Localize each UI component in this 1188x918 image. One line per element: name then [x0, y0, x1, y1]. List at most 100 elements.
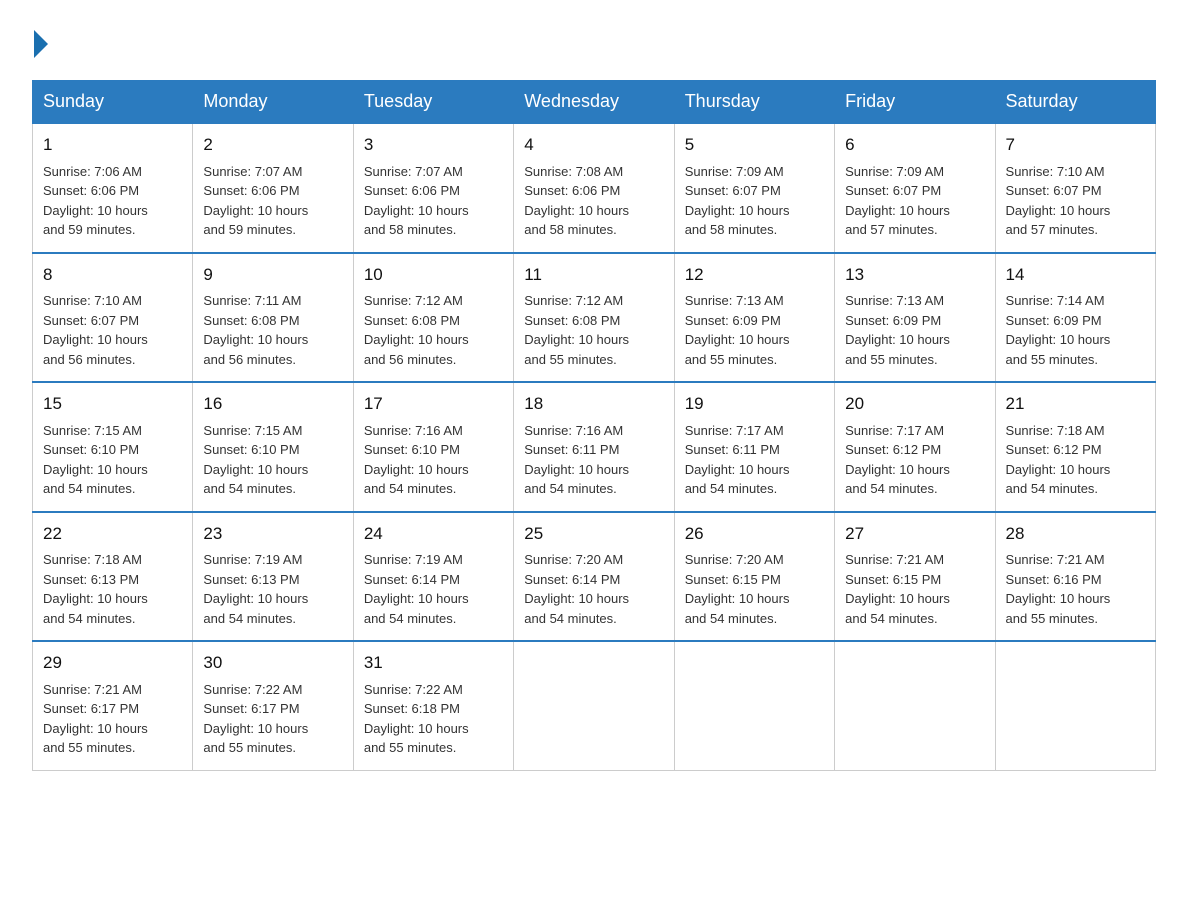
- calendar-cell: 3 Sunrise: 7:07 AMSunset: 6:06 PMDaylight…: [353, 123, 513, 253]
- calendar-cell: 31 Sunrise: 7:22 AMSunset: 6:18 PMDayligh…: [353, 641, 513, 770]
- day-info: Sunrise: 7:12 AMSunset: 6:08 PMDaylight:…: [364, 291, 503, 369]
- day-number: 9: [203, 262, 342, 288]
- day-info: Sunrise: 7:17 AMSunset: 6:12 PMDaylight:…: [845, 421, 984, 499]
- calendar-cell: 7 Sunrise: 7:10 AMSunset: 6:07 PMDaylight…: [995, 123, 1155, 253]
- calendar-cell: 11Sunrise: 7:12 AMSunset: 6:08 PMDayligh…: [514, 253, 674, 383]
- calendar-cell: 4 Sunrise: 7:08 AMSunset: 6:06 PMDaylight…: [514, 123, 674, 253]
- day-info: Sunrise: 7:07 AMSunset: 6:06 PMDaylight:…: [364, 162, 503, 240]
- calendar-cell: 5 Sunrise: 7:09 AMSunset: 6:07 PMDaylight…: [674, 123, 834, 253]
- day-info: Sunrise: 7:16 AMSunset: 6:10 PMDaylight:…: [364, 421, 503, 499]
- calendar-cell: 12Sunrise: 7:13 AMSunset: 6:09 PMDayligh…: [674, 253, 834, 383]
- day-number: 20: [845, 391, 984, 417]
- day-number: 15: [43, 391, 182, 417]
- day-info: Sunrise: 7:07 AMSunset: 6:06 PMDaylight:…: [203, 162, 342, 240]
- day-number: 3: [364, 132, 503, 158]
- day-info: Sunrise: 7:20 AMSunset: 6:15 PMDaylight:…: [685, 550, 824, 628]
- day-info: Sunrise: 7:10 AMSunset: 6:07 PMDaylight:…: [1006, 162, 1145, 240]
- logo: [32, 32, 48, 60]
- calendar-cell: 21 Sunrise: 7:18 AMSunset: 6:12 PMDayligh…: [995, 382, 1155, 512]
- week-row-2: 8 Sunrise: 7:10 AMSunset: 6:07 PMDaylight…: [33, 253, 1156, 383]
- calendar-cell: 1 Sunrise: 7:06 AMSunset: 6:06 PMDaylight…: [33, 123, 193, 253]
- day-info: Sunrise: 7:16 AMSunset: 6:11 PMDaylight:…: [524, 421, 663, 499]
- day-number: 27: [845, 521, 984, 547]
- col-header-tuesday: Tuesday: [353, 81, 513, 124]
- calendar-cell: 6 Sunrise: 7:09 AMSunset: 6:07 PMDaylight…: [835, 123, 995, 253]
- calendar-cell: 28Sunrise: 7:21 AMSunset: 6:16 PMDayligh…: [995, 512, 1155, 642]
- day-info: Sunrise: 7:19 AMSunset: 6:13 PMDaylight:…: [203, 550, 342, 628]
- day-info: Sunrise: 7:21 AMSunset: 6:15 PMDaylight:…: [845, 550, 984, 628]
- calendar-cell: 27 Sunrise: 7:21 AMSunset: 6:15 PMDayligh…: [835, 512, 995, 642]
- calendar-cell: 16 Sunrise: 7:15 AMSunset: 6:10 PMDayligh…: [193, 382, 353, 512]
- day-number: 11: [524, 262, 663, 288]
- col-header-thursday: Thursday: [674, 81, 834, 124]
- day-number: 7: [1006, 132, 1145, 158]
- day-number: 10: [364, 262, 503, 288]
- day-info: Sunrise: 7:18 AMSunset: 6:13 PMDaylight:…: [43, 550, 182, 628]
- calendar-cell: [514, 641, 674, 770]
- day-info: Sunrise: 7:09 AMSunset: 6:07 PMDaylight:…: [845, 162, 984, 240]
- calendar-cell: 29Sunrise: 7:21 AMSunset: 6:17 PMDayligh…: [33, 641, 193, 770]
- day-number: 6: [845, 132, 984, 158]
- calendar-cell: 25 Sunrise: 7:20 AMSunset: 6:14 PMDayligh…: [514, 512, 674, 642]
- week-row-4: 22 Sunrise: 7:18 AMSunset: 6:13 PMDayligh…: [33, 512, 1156, 642]
- day-number: 16: [203, 391, 342, 417]
- day-info: Sunrise: 7:19 AMSunset: 6:14 PMDaylight:…: [364, 550, 503, 628]
- day-info: Sunrise: 7:22 AMSunset: 6:18 PMDaylight:…: [364, 680, 503, 758]
- day-number: 25: [524, 521, 663, 547]
- col-header-friday: Friday: [835, 81, 995, 124]
- day-info: Sunrise: 7:10 AMSunset: 6:07 PMDaylight:…: [43, 291, 182, 369]
- day-info: Sunrise: 7:11 AMSunset: 6:08 PMDaylight:…: [203, 291, 342, 369]
- day-info: Sunrise: 7:22 AMSunset: 6:17 PMDaylight:…: [203, 680, 342, 758]
- day-number: 1: [43, 132, 182, 158]
- day-number: 19: [685, 391, 824, 417]
- day-number: 2: [203, 132, 342, 158]
- day-info: Sunrise: 7:06 AMSunset: 6:06 PMDaylight:…: [43, 162, 182, 240]
- calendar-cell: 18Sunrise: 7:16 AMSunset: 6:11 PMDayligh…: [514, 382, 674, 512]
- calendar-cell: 19 Sunrise: 7:17 AMSunset: 6:11 PMDayligh…: [674, 382, 834, 512]
- day-info: Sunrise: 7:08 AMSunset: 6:06 PMDaylight:…: [524, 162, 663, 240]
- calendar-cell: 20 Sunrise: 7:17 AMSunset: 6:12 PMDayligh…: [835, 382, 995, 512]
- day-info: Sunrise: 7:17 AMSunset: 6:11 PMDaylight:…: [685, 421, 824, 499]
- calendar-cell: [835, 641, 995, 770]
- day-info: Sunrise: 7:18 AMSunset: 6:12 PMDaylight:…: [1006, 421, 1145, 499]
- col-header-sunday: Sunday: [33, 81, 193, 124]
- calendar-cell: 14 Sunrise: 7:14 AMSunset: 6:09 PMDayligh…: [995, 253, 1155, 383]
- calendar-cell: 13Sunrise: 7:13 AMSunset: 6:09 PMDayligh…: [835, 253, 995, 383]
- day-info: Sunrise: 7:20 AMSunset: 6:14 PMDaylight:…: [524, 550, 663, 628]
- day-info: Sunrise: 7:14 AMSunset: 6:09 PMDaylight:…: [1006, 291, 1145, 369]
- calendar-cell: 22 Sunrise: 7:18 AMSunset: 6:13 PMDayligh…: [33, 512, 193, 642]
- calendar-cell: 2 Sunrise: 7:07 AMSunset: 6:06 PMDaylight…: [193, 123, 353, 253]
- day-info: Sunrise: 7:15 AMSunset: 6:10 PMDaylight:…: [43, 421, 182, 499]
- day-number: 17: [364, 391, 503, 417]
- day-number: 26: [685, 521, 824, 547]
- col-header-wednesday: Wednesday: [514, 81, 674, 124]
- logo-arrow-icon: [34, 30, 48, 58]
- calendar-cell: [995, 641, 1155, 770]
- week-row-3: 15 Sunrise: 7:15 AMSunset: 6:10 PMDayligh…: [33, 382, 1156, 512]
- col-header-monday: Monday: [193, 81, 353, 124]
- calendar-cell: 10 Sunrise: 7:12 AMSunset: 6:08 PMDayligh…: [353, 253, 513, 383]
- day-number: 31: [364, 650, 503, 676]
- calendar-cell: 24Sunrise: 7:19 AMSunset: 6:14 PMDayligh…: [353, 512, 513, 642]
- calendar-cell: 17 Sunrise: 7:16 AMSunset: 6:10 PMDayligh…: [353, 382, 513, 512]
- day-number: 23: [203, 521, 342, 547]
- calendar-cell: [674, 641, 834, 770]
- day-info: Sunrise: 7:15 AMSunset: 6:10 PMDaylight:…: [203, 421, 342, 499]
- day-number: 8: [43, 262, 182, 288]
- day-number: 21: [1006, 391, 1145, 417]
- day-number: 22: [43, 521, 182, 547]
- day-info: Sunrise: 7:13 AMSunset: 6:09 PMDaylight:…: [845, 291, 984, 369]
- day-number: 12: [685, 262, 824, 288]
- day-info: Sunrise: 7:21 AMSunset: 6:16 PMDaylight:…: [1006, 550, 1145, 628]
- calendar-cell: 23 Sunrise: 7:19 AMSunset: 6:13 PMDayligh…: [193, 512, 353, 642]
- day-info: Sunrise: 7:21 AMSunset: 6:17 PMDaylight:…: [43, 680, 182, 758]
- calendar-cell: 30 Sunrise: 7:22 AMSunset: 6:17 PMDayligh…: [193, 641, 353, 770]
- week-row-5: 29Sunrise: 7:21 AMSunset: 6:17 PMDayligh…: [33, 641, 1156, 770]
- calendar-header-row: SundayMondayTuesdayWednesdayThursdayFrid…: [33, 81, 1156, 124]
- day-number: 14: [1006, 262, 1145, 288]
- day-number: 30: [203, 650, 342, 676]
- day-number: 4: [524, 132, 663, 158]
- week-row-1: 1 Sunrise: 7:06 AMSunset: 6:06 PMDaylight…: [33, 123, 1156, 253]
- day-number: 5: [685, 132, 824, 158]
- day-info: Sunrise: 7:09 AMSunset: 6:07 PMDaylight:…: [685, 162, 824, 240]
